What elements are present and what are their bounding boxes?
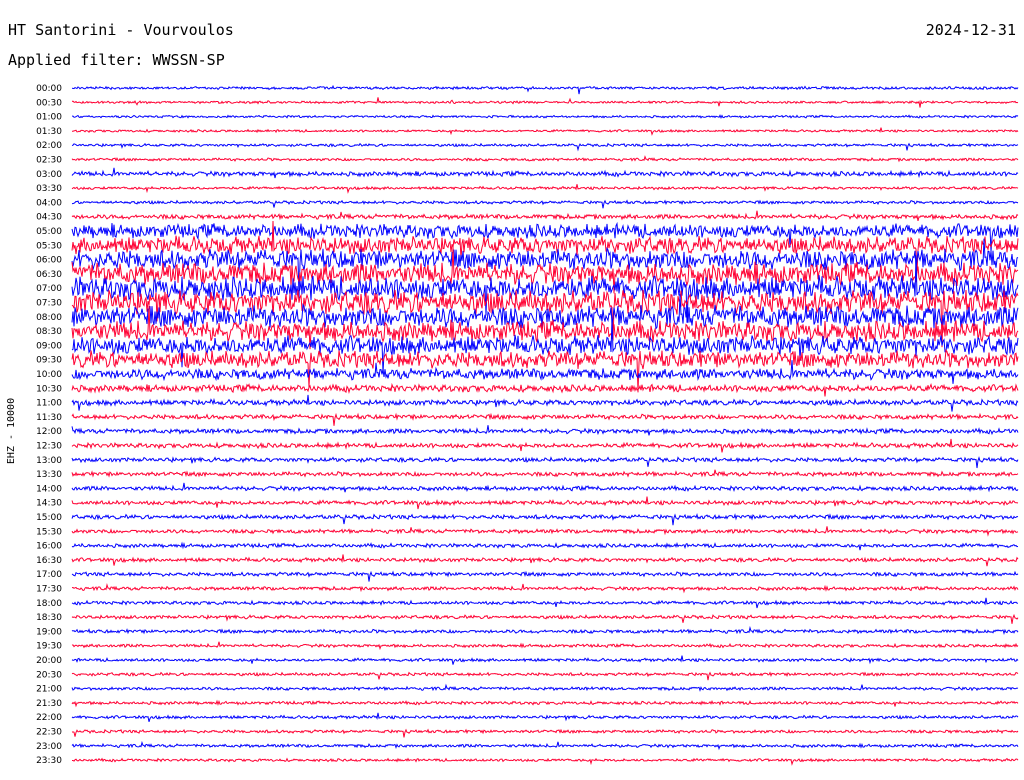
seismic-trace-row (71, 513, 1019, 526)
time-tick-label: 14:30 (36, 499, 62, 509)
time-tick-label: 02:30 (36, 156, 62, 166)
seismic-trace-row (71, 238, 1019, 299)
time-tick-label: 10:30 (36, 384, 62, 394)
time-tick-label: 21:30 (36, 699, 62, 709)
trace-group (71, 84, 1019, 766)
time-tick-label: 23:30 (36, 756, 62, 766)
seismic-trace-row (71, 199, 1019, 209)
seismic-trace-row (71, 570, 1019, 582)
seismic-trace-row (71, 469, 1019, 478)
seismic-trace-row (71, 683, 1019, 692)
time-tick-label: 03:30 (36, 184, 62, 194)
time-tick-label: 17:00 (36, 570, 62, 580)
time-tick-label: 08:30 (36, 327, 62, 337)
seismic-trace-row (72, 757, 1019, 766)
seismic-trace-row (71, 482, 1019, 493)
time-tick-label: 09:00 (36, 341, 62, 351)
time-tick-label: 23:00 (36, 742, 62, 752)
time-tick-label: 10:00 (36, 370, 62, 380)
time-tick-label: 22:00 (36, 713, 62, 723)
time-tick-label: 01:30 (36, 127, 62, 137)
time-tick-label: 20:00 (36, 656, 62, 666)
seismic-trace-row (71, 382, 1019, 397)
time-tick-label: 16:30 (36, 556, 62, 566)
time-tick-label: 03:00 (36, 170, 62, 180)
time-tick-label: 15:30 (36, 527, 62, 537)
seismic-trace-row (71, 728, 1019, 738)
seismic-trace-row (71, 221, 1019, 252)
seismic-trace-row (71, 246, 1019, 294)
seismic-trace-row (71, 554, 1019, 567)
time-tick-label: 12:00 (36, 427, 62, 437)
seismic-trace-row (71, 394, 1019, 412)
seismic-trace-row (71, 155, 1019, 163)
time-tick-label: 18:30 (36, 613, 62, 623)
seismic-trace-row (71, 167, 1019, 179)
seismic-trace-row (71, 142, 1019, 152)
seismic-trace-row (71, 526, 1019, 537)
time-tick-label: 20:30 (36, 670, 62, 680)
seismic-trace-row (71, 655, 1019, 665)
seismic-trace-row (71, 597, 1019, 609)
time-tick-label: 00:30 (36, 98, 62, 108)
time-tick-label: 06:30 (36, 270, 62, 280)
time-tick-label: 16:00 (36, 542, 62, 552)
time-tick-label: 13:00 (36, 456, 62, 466)
time-label-group: 00:00 00:30 01:00 01:30 02:00 02:30 03:00 03:30… (36, 84, 62, 766)
seismic-trace-row (71, 582, 1019, 594)
time-tick-label: 12:30 (36, 442, 62, 452)
time-tick-label: 08:00 (36, 313, 62, 323)
time-tick-label: 21:00 (36, 685, 62, 695)
time-tick-label: 11:00 (36, 399, 62, 409)
time-tick-label: 19:30 (36, 642, 62, 652)
seismic-trace-row (71, 455, 1019, 469)
helicorder-plot: 00:00 00:30 01:00 01:30 02:00 02:30 03:00 03:30… (36, 84, 1019, 766)
seismic-trace-row (72, 127, 1019, 136)
time-tick-label: 07:00 (36, 284, 62, 294)
time-tick-label: 11:30 (36, 413, 62, 423)
seismic-trace-row (71, 541, 1019, 551)
seismic-trace-row (71, 496, 1019, 510)
time-tick-label: 02:00 (36, 141, 62, 151)
time-tick-label: 14:00 (36, 484, 62, 494)
seismic-trace-row (71, 625, 1019, 635)
time-tick-label: 05:30 (36, 241, 62, 251)
seismic-trace-row (71, 184, 1019, 194)
time-tick-label: 13:30 (36, 470, 62, 480)
seismic-trace-row (71, 97, 1019, 108)
time-tick-label: 07:30 (36, 299, 62, 309)
seismic-trace-row (71, 438, 1019, 453)
time-tick-label: 15:00 (36, 513, 62, 523)
time-tick-label: 18:00 (36, 599, 62, 609)
time-tick-label: 09:30 (36, 356, 62, 366)
time-tick-label: 01:00 (36, 113, 62, 123)
time-tick-label: 05:00 (36, 227, 62, 237)
seismic-trace-row (71, 425, 1019, 436)
seismic-trace-row (71, 84, 1019, 95)
seismic-trace-row (72, 114, 1019, 119)
seismic-trace-row (71, 671, 1019, 681)
time-tick-label: 06:00 (36, 256, 62, 266)
time-tick-label: 19:00 (36, 627, 62, 637)
time-tick-label: 17:30 (36, 585, 62, 595)
time-tick-label: 04:00 (36, 198, 62, 208)
time-tick-label: 22:30 (36, 728, 62, 738)
seismic-trace-row (71, 210, 1019, 222)
seismic-trace-row (71, 740, 1019, 751)
seismic-trace-row (71, 613, 1019, 624)
time-tick-label: 00:00 (36, 84, 62, 94)
seismic-trace-row (71, 412, 1019, 426)
seismic-trace-row (71, 712, 1019, 722)
seismic-trace-row (71, 699, 1019, 708)
time-tick-label: 04:30 (36, 213, 62, 223)
seismic-trace-row (71, 641, 1019, 651)
